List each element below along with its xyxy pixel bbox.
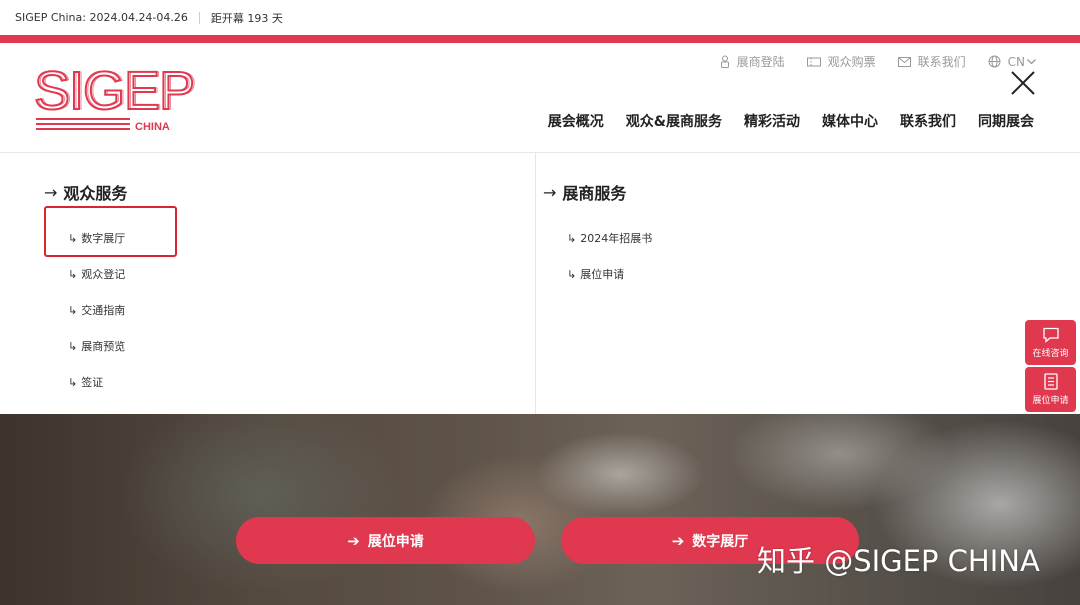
logo-sub-text: CHINA bbox=[135, 121, 170, 133]
hero-booth-label: 展位申请 bbox=[367, 533, 424, 550]
arrow-right-icon: ➔ bbox=[347, 531, 360, 550]
online-consult-button[interactable]: 在线咨询 bbox=[1025, 320, 1076, 365]
menu-item-prospectus[interactable]: ↳ 2024年招展书 bbox=[567, 230, 652, 246]
nav-item-services[interactable]: 观众&展商服务 bbox=[626, 111, 722, 131]
chevron-down-icon bbox=[1027, 58, 1036, 64]
exhibitor-services-label: 展商服务 bbox=[562, 184, 627, 203]
exhibitor-login-link[interactable]: 展商登陆 bbox=[720, 53, 785, 70]
top-info-bar: SIGEP China: 2024.04.24-04.26 距开幕 193 天 bbox=[0, 0, 1080, 35]
site-header: SIGEP SIGEP CHINA 展商登陆 观众购票 联系我们 CN 展会概况 bbox=[0, 43, 1080, 153]
nav-item-overview[interactable]: 展会概况 bbox=[548, 111, 604, 131]
return-arrow-icon: ↳ bbox=[68, 339, 78, 353]
menu-item-label: 展商预览 bbox=[81, 340, 126, 353]
utility-nav: 展商登陆 观众购票 联系我们 CN bbox=[698, 53, 1036, 70]
countdown-text: 距开幕 193 天 bbox=[210, 11, 283, 25]
online-consult-label: 在线咨询 bbox=[1032, 348, 1069, 359]
contact-link[interactable]: 联系我们 bbox=[897, 53, 966, 70]
exhibitor-login-label: 展商登陆 bbox=[736, 55, 785, 69]
arrow-right-icon: → bbox=[543, 182, 557, 202]
menu-item-booth-application[interactable]: ↳ 展位申请 bbox=[567, 266, 652, 282]
side-booth-application-button[interactable]: 展位申请 bbox=[1025, 367, 1076, 412]
exhibitor-services-column: → 展商服务 ↳ 2024年招展书 ↳ 展位申请 bbox=[543, 181, 652, 282]
nav-item-media[interactable]: 媒体中心 bbox=[822, 111, 878, 131]
mail-icon bbox=[897, 56, 911, 67]
close-icon[interactable] bbox=[1009, 69, 1037, 97]
menu-item-label: 2024年招展书 bbox=[580, 232, 653, 245]
user-icon bbox=[720, 55, 729, 68]
menu-item-label: 观众登记 bbox=[81, 268, 126, 281]
language-label: CN bbox=[1007, 54, 1025, 69]
visitor-services-title[interactable]: → 观众服务 bbox=[44, 181, 128, 204]
side-booth-label: 展位申请 bbox=[1032, 396, 1069, 406]
menu-item-transport-guide[interactable]: ↳ 交通指南 bbox=[68, 302, 127, 318]
menu-item-exhibitor-preview[interactable]: ↳ 展商预览 bbox=[68, 338, 127, 354]
globe-icon bbox=[988, 55, 1001, 68]
nav-item-events[interactable]: 精彩活动 bbox=[744, 111, 800, 131]
visitor-services-label: 观众服务 bbox=[63, 184, 128, 203]
services-dropdown-panel: → 观众服务 ↳ 数字展厅 ↳ 观众登记 ↳ 交通指南 ↳ 展商预览 ↳ 签证 … bbox=[0, 153, 1080, 414]
column-divider bbox=[535, 153, 536, 414]
highlight-box bbox=[44, 206, 177, 257]
hero-banner: ➔ 展位申请 ➔ 数字展厅 知乎 @SIGEP CHINA bbox=[0, 414, 1080, 605]
document-icon bbox=[1043, 373, 1058, 390]
exhibitor-services-title[interactable]: → 展商服务 bbox=[543, 181, 652, 204]
contact-label: 联系我们 bbox=[917, 55, 966, 69]
return-arrow-icon: ↳ bbox=[567, 267, 577, 281]
accent-stripe bbox=[0, 35, 1080, 43]
menu-item-visa[interactable]: ↳ 签证 bbox=[68, 374, 127, 390]
return-arrow-icon: ↳ bbox=[68, 303, 78, 317]
nav-item-contact[interactable]: 联系我们 bbox=[900, 111, 956, 131]
menu-item-label: 展位申请 bbox=[580, 268, 625, 281]
logo-main-text-shadow: SIGEP bbox=[36, 63, 196, 121]
arrow-right-icon: ➔ bbox=[671, 531, 685, 550]
return-arrow-icon: ↳ bbox=[68, 267, 78, 281]
buy-ticket-link[interactable]: 观众购票 bbox=[806, 53, 876, 70]
main-nav: 展会概况 观众&展商服务 精彩活动 媒体中心 联系我们 同期展会 bbox=[526, 111, 1034, 131]
ticket-icon bbox=[806, 57, 821, 66]
event-dates: SIGEP China: 2024.04.24-04.26 bbox=[15, 11, 188, 24]
zhihu-watermark: 知乎 @SIGEP CHINA bbox=[757, 544, 1040, 578]
buy-ticket-label: 观众购票 bbox=[827, 55, 876, 69]
chat-icon bbox=[1042, 327, 1059, 343]
menu-item-visitor-registration[interactable]: ↳ 观众登记 bbox=[68, 266, 127, 282]
nav-item-concurrent[interactable]: 同期展会 bbox=[978, 111, 1034, 131]
sigep-logo[interactable]: SIGEP SIGEP CHINA bbox=[34, 63, 199, 133]
return-arrow-icon: ↳ bbox=[68, 375, 78, 389]
menu-item-label: 交通指南 bbox=[81, 304, 126, 317]
language-selector[interactable]: CN bbox=[988, 53, 1036, 70]
arrow-right-icon: → bbox=[44, 182, 58, 202]
divider bbox=[198, 11, 200, 24]
hero-digital-label: 数字展厅 bbox=[692, 533, 749, 550]
menu-item-label: 签证 bbox=[81, 376, 104, 389]
hero-booth-application-button[interactable]: ➔ 展位申请 bbox=[236, 517, 535, 564]
return-arrow-icon: ↳ bbox=[567, 231, 577, 245]
